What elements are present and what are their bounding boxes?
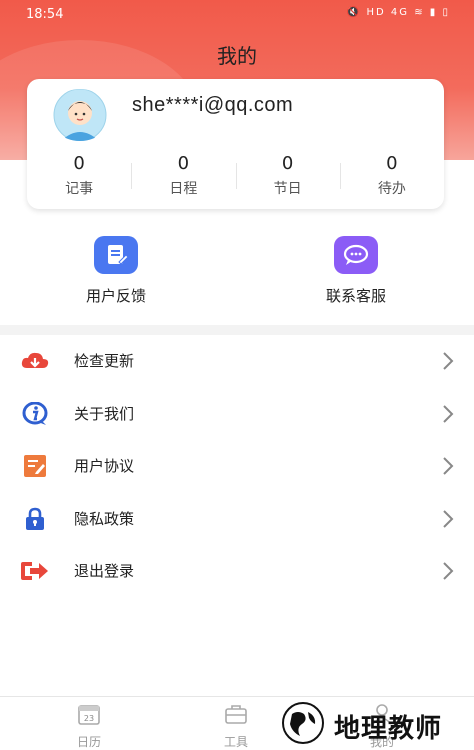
stat-todo[interactable]: 0 待办 <box>339 151 444 201</box>
chevron-right-icon <box>443 404 454 423</box>
network-indicators: HD 4G <box>366 7 410 18</box>
stat-holidays[interactable]: 0 节日 <box>235 151 340 201</box>
avatar-icon <box>53 89 107 141</box>
feedback-icon <box>94 236 138 274</box>
tab-label: 工具 <box>223 735 248 749</box>
status-bar: 18:54 🔇 HD 4G ≋ ▮ ▯ <box>0 0 474 30</box>
stat-value: 0 <box>177 153 190 174</box>
stat-notes[interactable]: 0 记事 <box>27 151 131 201</box>
stats-row: 0 记事 0 日程 0 节日 0 待办 <box>27 151 444 201</box>
stat-label: 待办 <box>377 181 406 197</box>
menu-item-privacy-policy[interactable]: 隐私政策 <box>0 493 474 546</box>
chevron-right-icon <box>443 509 454 528</box>
stat-label: 日程 <box>169 181 198 197</box>
menu-label: 检查更新 <box>74 352 135 370</box>
customer-service-button[interactable]: 联系客服 <box>296 236 416 306</box>
logout-icon <box>20 559 50 583</box>
settings-menu: 检查更新 关于我们 用户协议 隐私政策 退出登录 <box>0 335 474 598</box>
user-email: she****i@qq.com <box>132 94 294 116</box>
stat-value: 0 <box>281 153 294 174</box>
stat-value: 0 <box>73 153 85 174</box>
mute-icon: 🔇 <box>346 7 362 18</box>
avatar[interactable] <box>49 89 111 141</box>
watermark: 地理教师 <box>278 700 468 746</box>
feedback-label: 用户反馈 <box>85 287 146 305</box>
status-time: 18:54 <box>26 7 64 22</box>
stat-value: 0 <box>386 153 398 174</box>
tab-calendar[interactable]: 23 日历 <box>59 703 119 750</box>
menu-item-logout[interactable]: 退出登录 <box>0 545 474 598</box>
lock-icon <box>20 507 50 531</box>
profile-card[interactable]: she****i@qq.com 0 记事 0 日程 0 节日 0 待办 <box>27 79 444 209</box>
battery-icon: ▯ <box>442 7 450 18</box>
signal-icon: ▮ <box>429 7 438 18</box>
calendar-icon: 23 <box>78 705 100 725</box>
quick-actions: 用户反馈 联系客服 <box>0 236 474 306</box>
menu-label: 退出登录 <box>74 562 135 580</box>
document-edit-icon <box>20 454 50 478</box>
customer-service-icon <box>334 236 378 274</box>
cloud-download-icon <box>20 349 50 373</box>
tab-label: 日历 <box>76 735 101 749</box>
menu-item-about-us[interactable]: 关于我们 <box>0 388 474 441</box>
stat-label: 节日 <box>273 181 302 197</box>
chevron-right-icon <box>443 562 454 580</box>
globe-logo-icon <box>282 702 324 744</box>
menu-item-user-agreement[interactable]: 用户协议 <box>0 440 474 493</box>
menu-label: 关于我们 <box>74 404 135 423</box>
menu-label: 用户协议 <box>74 457 135 475</box>
stat-schedule[interactable]: 0 日程 <box>131 151 235 201</box>
menu-item-check-update[interactable]: 检查更新 <box>0 335 474 388</box>
chevron-right-icon <box>443 457 454 475</box>
watermark-text: 地理教师 <box>334 714 443 744</box>
stat-label: 记事 <box>65 181 94 197</box>
feedback-button[interactable]: 用户反馈 <box>56 236 176 306</box>
section-divider <box>0 325 474 335</box>
toolbox-icon <box>225 705 247 724</box>
customer-service-label: 联系客服 <box>325 287 386 305</box>
wifi-icon: ≋ <box>414 7 425 18</box>
status-indicators: 🔇 HD 4G ≋ ▮ ▯ <box>347 7 450 18</box>
info-bubble-icon <box>20 401 50 426</box>
calendar-day: 23 <box>84 714 94 723</box>
chevron-right-icon <box>443 352 454 370</box>
tab-tools[interactable]: 工具 <box>206 703 266 750</box>
menu-label: 隐私政策 <box>74 509 135 528</box>
page-title: 我的 <box>217 44 257 68</box>
